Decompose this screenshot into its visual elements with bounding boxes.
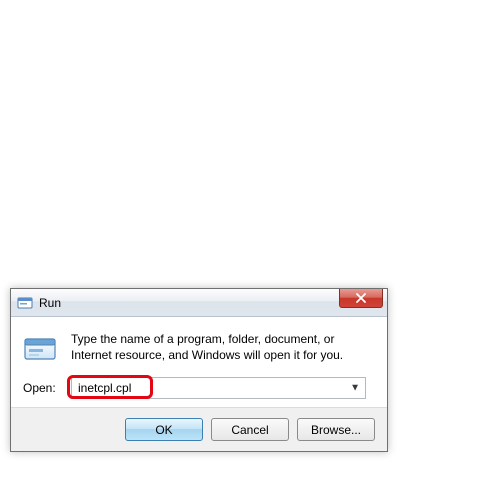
close-icon bbox=[356, 293, 366, 303]
run-dialog: Run Type the name of a program bbox=[10, 288, 388, 452]
dialog-content: Type the name of a program, folder, docu… bbox=[11, 317, 387, 373]
browse-button[interactable]: Browse... bbox=[297, 418, 375, 441]
button-row: OK Cancel Browse... bbox=[11, 407, 387, 451]
open-input[interactable] bbox=[71, 377, 366, 399]
dialog-description: Type the name of a program, folder, docu… bbox=[71, 331, 375, 363]
close-button[interactable] bbox=[339, 289, 383, 308]
open-row: Open: ▼ bbox=[11, 373, 387, 407]
dialog-title: Run bbox=[39, 296, 61, 310]
run-program-icon bbox=[23, 331, 59, 367]
titlebar[interactable]: Run bbox=[11, 289, 387, 317]
ok-button[interactable]: OK bbox=[125, 418, 203, 441]
run-titlebar-icon bbox=[17, 295, 33, 311]
open-label: Open: bbox=[23, 381, 63, 395]
open-combobox[interactable]: ▼ bbox=[71, 377, 366, 399]
cancel-button[interactable]: Cancel bbox=[211, 418, 289, 441]
